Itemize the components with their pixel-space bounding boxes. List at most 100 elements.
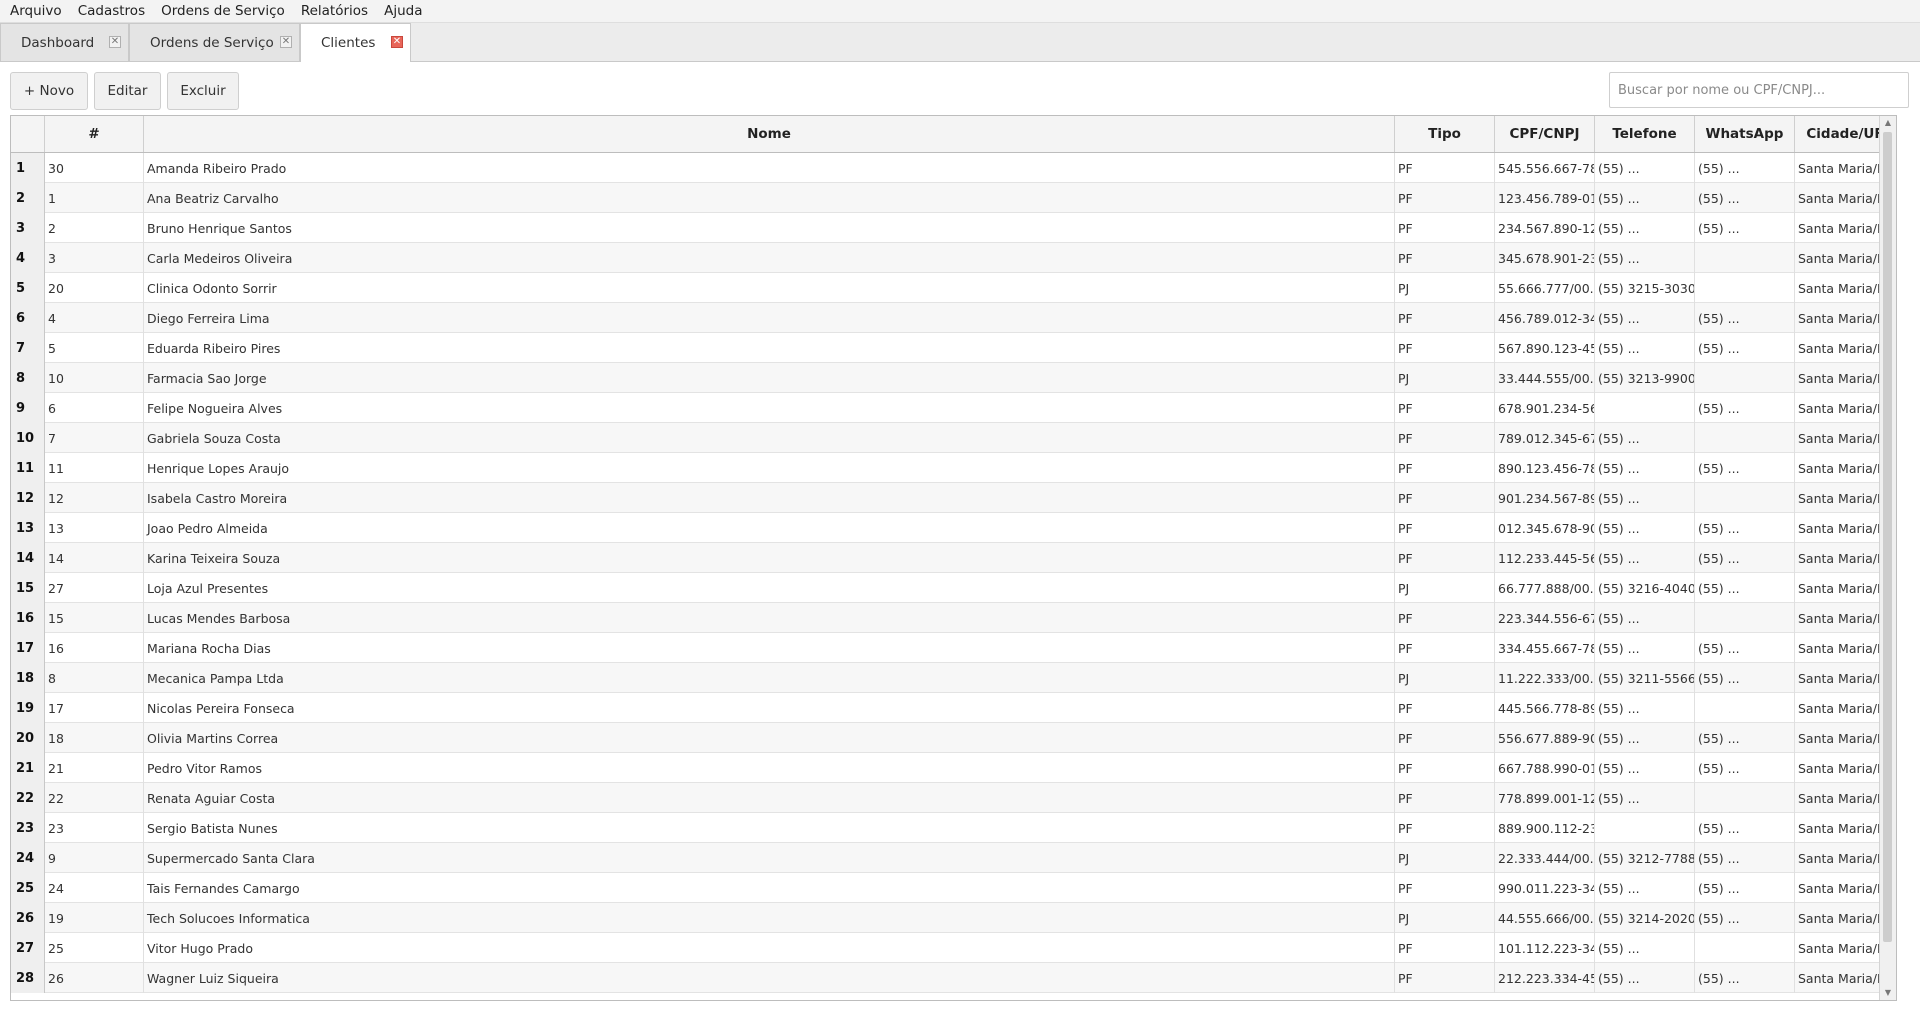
menu-ajuda[interactable]: Ajuda bbox=[376, 0, 430, 22]
column-header-cpf-cnpj[interactable]: CPF/CNPJ bbox=[1495, 116, 1595, 152]
table-row[interactable]: 2 1 Ana Beatriz Carvalho PF 123.456.789-01 (5… bbox=[11, 183, 1896, 213]
search-input[interactable] bbox=[1609, 72, 1909, 108]
column-header-telefone[interactable]: Telefone bbox=[1595, 116, 1695, 152]
table-row[interactable]: 25 24 Tais Fernandes Camargo PF 990.011.223-… bbox=[11, 873, 1896, 903]
row-number: 22 bbox=[11, 783, 45, 813]
cell-nome: Lucas Mendes Barbosa bbox=[144, 603, 1395, 633]
tab-dashboard[interactable]: Dashboard ✕ bbox=[0, 23, 129, 61]
table-row[interactable]: 18 8 Mecanica Pampa Ltda PJ 11.222.333/00...… bbox=[11, 663, 1896, 693]
row-number: 4 bbox=[11, 243, 45, 273]
cell-whatsapp bbox=[1695, 603, 1795, 633]
row-number: 25 bbox=[11, 873, 45, 903]
cell-telefone: (55) ... bbox=[1595, 153, 1695, 183]
column-header-id[interactable]: # bbox=[45, 116, 144, 152]
row-number: 27 bbox=[11, 933, 45, 963]
cell-cpf-cnpj: 889.900.112-23 bbox=[1495, 813, 1595, 843]
table-row[interactable]: 26 19 Tech Solucoes Informatica PJ 44.555.66… bbox=[11, 903, 1896, 933]
cell-cpf-cnpj: 678.901.234-56 bbox=[1495, 393, 1595, 423]
cell-id: 27 bbox=[45, 573, 144, 603]
row-number: 28 bbox=[11, 963, 45, 993]
cell-whatsapp bbox=[1695, 693, 1795, 723]
table-row[interactable]: 27 25 Vitor Hugo Prado PF 101.112.223-34 (55)… bbox=[11, 933, 1896, 963]
cell-tipo: PJ bbox=[1395, 663, 1495, 693]
new-button[interactable]: + Novo bbox=[10, 72, 88, 110]
cell-telefone: (55) 3213-9900 bbox=[1595, 363, 1695, 393]
table-row[interactable]: 15 27 Loja Azul Presentes PJ 66.777.888/00..… bbox=[11, 573, 1896, 603]
table-row[interactable]: 17 16 Mariana Rocha Dias PF 334.455.667-78 (5… bbox=[11, 633, 1896, 663]
cell-cpf-cnpj: 445.566.778-89 bbox=[1495, 693, 1595, 723]
table-row[interactable]: 24 9 Supermercado Santa Clara PJ 22.333.444/… bbox=[11, 843, 1896, 873]
tab-close-icon[interactable]: ✕ bbox=[391, 36, 403, 48]
cell-telefone: (55) ... bbox=[1595, 513, 1695, 543]
cell-id: 21 bbox=[45, 753, 144, 783]
table-row[interactable]: 28 26 Wagner Luiz Siqueira PF 212.223.334-45… bbox=[11, 963, 1896, 993]
table-row[interactable]: 11 11 Henrique Lopes Araujo PF 890.123.456-7… bbox=[11, 453, 1896, 483]
scrollbar-thumb[interactable] bbox=[1883, 132, 1892, 942]
delete-button[interactable]: Excluir bbox=[167, 72, 239, 110]
table-row[interactable]: 9 6 Felipe Nogueira Alves PF 678.901.234-56 (… bbox=[11, 393, 1896, 423]
cell-whatsapp bbox=[1695, 363, 1795, 393]
table-row[interactable]: 19 17 Nicolas Pereira Fonseca PF 445.566.778… bbox=[11, 693, 1896, 723]
table-row[interactable]: 4 3 Carla Medeiros Oliveira PF 345.678.901-2… bbox=[11, 243, 1896, 273]
cell-id: 11 bbox=[45, 453, 144, 483]
table-row[interactable]: 7 5 Eduarda Ribeiro Pires PF 567.890.123-45(… bbox=[11, 333, 1896, 363]
table-row[interactable]: 13 13 Joao Pedro Almeida PF 012.345.678-90 (5… bbox=[11, 513, 1896, 543]
cell-whatsapp: (55) ... bbox=[1695, 543, 1795, 573]
table-row[interactable]: 22 22 Renata Aguiar Costa PF 778.899.001-12(… bbox=[11, 783, 1896, 813]
cell-id: 10 bbox=[45, 363, 144, 393]
cell-telefone: (55) ... bbox=[1595, 963, 1695, 993]
cell-tipo: PF bbox=[1395, 693, 1495, 723]
table-row[interactable]: 10 7 Gabriela Souza Costa PF 789.012.345-67(… bbox=[11, 423, 1896, 453]
table-row[interactable]: 3 2 Bruno Henrique Santos PF 234.567.890-12(… bbox=[11, 213, 1896, 243]
cell-nome: Mariana Rocha Dias bbox=[144, 633, 1395, 663]
cell-tipo: PF bbox=[1395, 753, 1495, 783]
cell-tipo: PF bbox=[1395, 813, 1495, 843]
cell-whatsapp bbox=[1695, 933, 1795, 963]
row-number: 16 bbox=[11, 603, 45, 633]
row-number: 24 bbox=[11, 843, 45, 873]
cell-nome: Supermercado Santa Clara bbox=[144, 843, 1395, 873]
cell-nome: Isabela Castro Moreira bbox=[144, 483, 1395, 513]
column-header-whatsapp[interactable]: WhatsApp bbox=[1695, 116, 1795, 152]
tab-ordens-de-servico[interactable]: Ordens de Serviço ✕ bbox=[129, 23, 300, 61]
column-header-nome[interactable]: Nome bbox=[144, 116, 1395, 152]
cell-cpf-cnpj: 556.677.889-90 bbox=[1495, 723, 1595, 753]
table-row[interactable]: 21 21 Pedro Vitor Ramos PF 667.788.990-01 (55… bbox=[11, 753, 1896, 783]
table-row[interactable]: 23 23 Sergio Batista Nunes PF 889.900.112-23… bbox=[11, 813, 1896, 843]
cell-id: 16 bbox=[45, 633, 144, 663]
table-row[interactable]: 12 12 Isabela Castro Moreira PF 901.234.567-… bbox=[11, 483, 1896, 513]
scroll-up-icon[interactable]: ▲ bbox=[1880, 116, 1896, 130]
cell-nome: Mecanica Pampa Ltda bbox=[144, 663, 1395, 693]
menu-relatorios[interactable]: Relatórios bbox=[293, 0, 376, 22]
table-row[interactable]: 14 14 Karina Teixeira Souza PF 112.233.445-5… bbox=[11, 543, 1896, 573]
table-row[interactable]: 6 4 Diego Ferreira Lima PF 456.789.012-34 (55… bbox=[11, 303, 1896, 333]
tab-close-icon[interactable]: ✕ bbox=[280, 36, 292, 48]
table-row[interactable]: 8 10 Farmacia Sao Jorge PJ 33.444.555/00...(… bbox=[11, 363, 1896, 393]
vertical-scrollbar[interactable]: ▲ ▼ bbox=[1879, 116, 1896, 1000]
table-row[interactable]: 16 15 Lucas Mendes Barbosa PF 223.344.556-67… bbox=[11, 603, 1896, 633]
edit-button[interactable]: Editar bbox=[94, 72, 161, 110]
cell-cpf-cnpj: 667.788.990-01 bbox=[1495, 753, 1595, 783]
table-row[interactable]: 20 18 Olivia Martins Correa PF 556.677.889-9… bbox=[11, 723, 1896, 753]
row-number: 9 bbox=[11, 393, 45, 423]
cell-cpf-cnpj: 112.233.445-56 bbox=[1495, 543, 1595, 573]
menu-arquivo[interactable]: Arquivo bbox=[0, 0, 70, 22]
tab-close-icon[interactable]: ✕ bbox=[109, 36, 121, 48]
table-row[interactable]: 1 30 Amanda Ribeiro Prado PF 545.556.667-78(… bbox=[11, 153, 1896, 183]
tab-clientes[interactable]: Clientes ✕ bbox=[300, 23, 411, 62]
cell-id: 5 bbox=[45, 333, 144, 363]
table-row[interactable]: 5 20 Clinica Odonto Sorrir PJ 55.666.777/00.… bbox=[11, 273, 1896, 303]
menu-ordens-de-servico[interactable]: Ordens de Serviço bbox=[153, 0, 293, 22]
cell-whatsapp: (55) ... bbox=[1695, 453, 1795, 483]
cell-nome: Ana Beatriz Carvalho bbox=[144, 183, 1395, 213]
cell-nome: Olivia Martins Correa bbox=[144, 723, 1395, 753]
cell-whatsapp: (55) ... bbox=[1695, 843, 1795, 873]
scroll-down-icon[interactable]: ▼ bbox=[1880, 986, 1896, 1000]
table-body: 1 30 Amanda Ribeiro Prado PF 545.556.667-78(… bbox=[11, 153, 1896, 993]
toolbar: + Novo Editar Excluir bbox=[0, 62, 1920, 114]
column-header-tipo[interactable]: Tipo bbox=[1395, 116, 1495, 152]
cell-tipo: PF bbox=[1395, 543, 1495, 573]
cell-id: 26 bbox=[45, 963, 144, 993]
cell-whatsapp bbox=[1695, 273, 1795, 303]
menu-cadastros[interactable]: Cadastros bbox=[70, 0, 153, 22]
